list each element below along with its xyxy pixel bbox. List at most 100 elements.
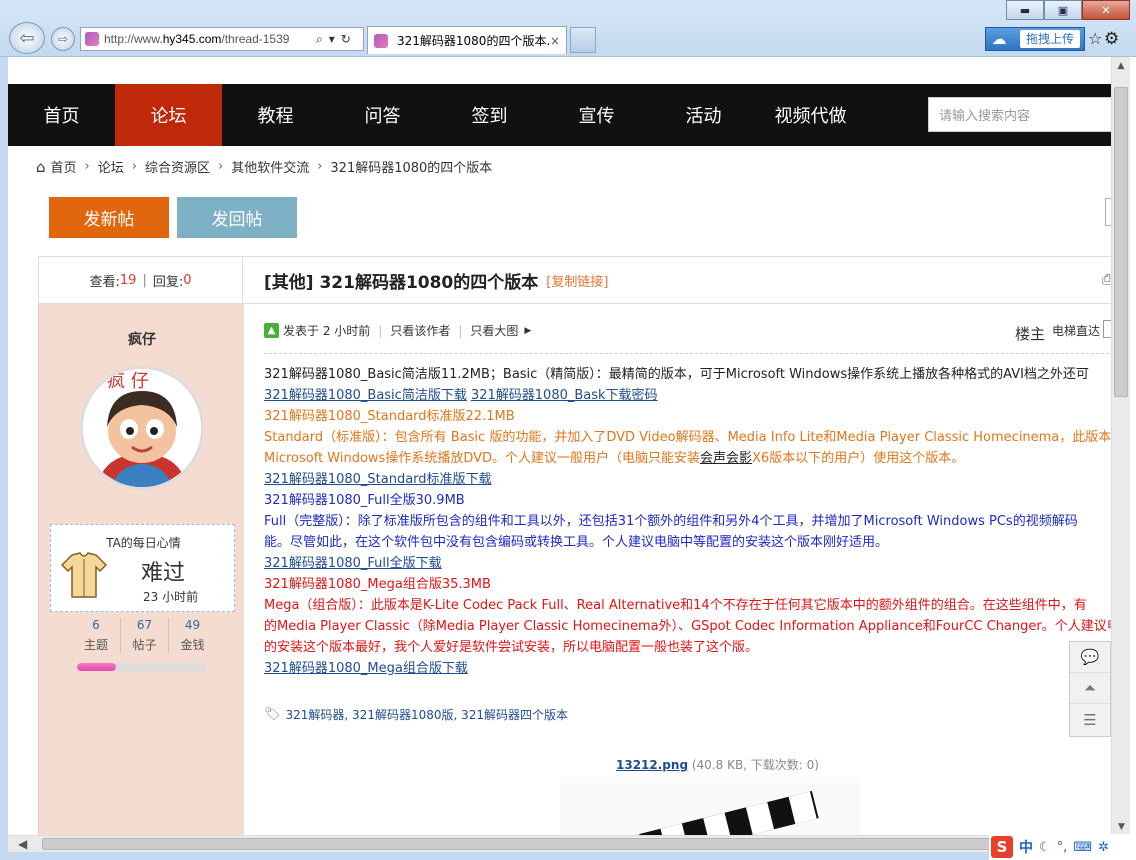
- reply-button[interactable]: 发回帖: [177, 197, 297, 238]
- nav-item-home[interactable]: 首页: [8, 84, 115, 146]
- browser-tab[interactable]: 321解码器1080的四个版本... ×: [367, 26, 567, 54]
- stat-threads-label: 主题: [83, 638, 108, 652]
- mood-text: 难过: [141, 561, 186, 586]
- ime-language[interactable]: 中: [1019, 837, 1033, 857]
- download-link-basic[interactable]: 321解码器1080_Basic简洁版下载: [264, 388, 467, 403]
- nav-item-qa[interactable]: 问答: [329, 84, 436, 146]
- stat-money-value: 49: [184, 618, 201, 632]
- site-search-input[interactable]: 请输入搜索内容: [928, 97, 1111, 132]
- post-line-link: 321解码器1080_Full全版下载: [264, 553, 1111, 574]
- back-button[interactable]: ⇦: [9, 22, 45, 54]
- breadcrumb-item-home[interactable]: 首页: [51, 157, 77, 176]
- stat-money-label: 金钱: [180, 638, 205, 652]
- scroll-left-icon[interactable]: ◀: [18, 836, 27, 852]
- floating-toolbar: 💬 ⏶ ☰: [1069, 641, 1111, 737]
- close-button[interactable]: ✕: [1082, 0, 1130, 20]
- settings-gear-icon[interactable]: ⚙: [1104, 29, 1119, 49]
- tab-close-icon[interactable]: ×: [550, 34, 560, 48]
- breadcrumb-item-forum[interactable]: 论坛: [98, 157, 124, 176]
- quick-reply-icon[interactable]: 💬: [1070, 642, 1110, 673]
- post-line: 321解码器1080_Basic简洁版11.2MB；Basic（精简版）：最精简…: [264, 367, 1089, 382]
- vertical-scrollbar[interactable]: ▲ ▼: [1111, 57, 1130, 835]
- author-sidebar: 疯仔 疯 仔 TA的每日心情 难过 23 小时前 6 主题 67 帖子 49 金…: [38, 304, 244, 835]
- post-line: 的Media Player Classic（除Media Player Clas…: [264, 619, 1111, 634]
- breadcrumb-item-resources[interactable]: 综合资源区: [145, 157, 210, 176]
- level-progress-bar: [77, 663, 207, 671]
- stat-posts-label: 帖子: [132, 638, 157, 652]
- nav-item-events[interactable]: 活动: [650, 84, 757, 146]
- thread-stats: 查看: 19 | 回复: 0: [38, 256, 243, 304]
- post-line: 321解码器1080_Full全版30.9MB: [264, 493, 465, 508]
- nav-item-forum[interactable]: 论坛: [115, 84, 222, 146]
- search-icon[interactable]: ⌕: [316, 32, 323, 47]
- avatar[interactable]: 疯 仔: [80, 366, 204, 490]
- top-gap: [8, 57, 1111, 84]
- dropdown-icon[interactable]: ▾: [329, 32, 335, 47]
- attachment-info: (40.8 KB, 下载次数: 0): [691, 758, 819, 772]
- attachment-link[interactable]: 13212.png: [616, 758, 688, 772]
- site-top-nav: 首页 论坛 教程 问答 签到 宣传 活动 视频代做 请输入搜索内容: [8, 84, 1111, 146]
- home-icon[interactable]: ⌂: [36, 158, 46, 176]
- favorites-star-icon[interactable]: ☆: [1088, 29, 1102, 48]
- post-tags: 🏷 321解码器, 321解码器1080版, 321解码器四个版本: [264, 706, 568, 723]
- address-bar[interactable]: http://www.hy345.com/thread-1539 ⌕ ▾ ↻: [80, 27, 364, 51]
- keyboard-icon[interactable]: ⌨: [1073, 840, 1092, 855]
- nav-item-tutorial[interactable]: 教程: [222, 84, 329, 146]
- copy-link-button[interactable]: [复制链接]: [546, 271, 608, 290]
- maximize-button[interactable]: ▣: [1044, 0, 1082, 20]
- list-icon[interactable]: ☰: [1070, 704, 1110, 735]
- meta-separator: |: [378, 323, 383, 338]
- stat-money[interactable]: 49 金钱: [168, 618, 216, 653]
- horizontal-scroll-thumb[interactable]: [42, 838, 1002, 850]
- download-link-standard[interactable]: 321解码器1080_Standard标准版下载: [264, 472, 492, 487]
- cloud-upload-button[interactable]: ☁ 拖拽上传: [985, 27, 1085, 51]
- minimize-button[interactable]: ▬: [1006, 0, 1044, 20]
- meta-divider: [264, 353, 1111, 354]
- window-bottom-edge: [0, 852, 990, 860]
- author-name[interactable]: 疯仔: [39, 329, 245, 349]
- refresh-icon[interactable]: ↻: [341, 32, 351, 47]
- elevator-input[interactable]: [1103, 320, 1111, 338]
- breadcrumb-separator-icon: ›: [217, 159, 224, 174]
- url-prefix: http://www.: [104, 32, 163, 46]
- breadcrumb-separator-icon: ›: [131, 159, 137, 174]
- ime-settings-icon[interactable]: ✲: [1098, 840, 1109, 855]
- only-author-link[interactable]: 只看该作者: [390, 322, 450, 339]
- sogou-logo-icon[interactable]: S: [991, 836, 1013, 858]
- post-line: Standard（标准版）：包含所有 Basic 版的功能，并加入了DVD Vi…: [264, 430, 1111, 445]
- horizontal-scrollbar[interactable]: ◀: [8, 835, 1111, 852]
- punctuation-icon[interactable]: °,: [1057, 840, 1068, 855]
- thread-title-row: [其他] 321解码器1080的四个版本 [复制链接] ⎙: [243, 256, 1111, 304]
- scroll-down-icon[interactable]: ▼: [1112, 818, 1131, 835]
- attachment-image[interactable]: [560, 777, 860, 835]
- online-status-icon: ▲: [264, 323, 279, 338]
- address-url[interactable]: http://www.hy345.com/thread-1539: [104, 32, 312, 46]
- stat-threads[interactable]: 6 主题: [72, 618, 120, 653]
- stat-threads-value: 6: [92, 618, 100, 632]
- new-thread-button[interactable]: 发新帖: [49, 197, 169, 238]
- user-stats: 6 主题 67 帖子 49 金钱: [72, 618, 216, 653]
- nav-item-promotion[interactable]: 宣传: [543, 84, 650, 146]
- avatar-image: 疯 仔: [83, 369, 201, 487]
- new-tab-button[interactable]: [570, 27, 596, 53]
- tag-list[interactable]: 321解码器, 321解码器1080版, 321解码器四个版本: [286, 706, 569, 723]
- download-link-mega[interactable]: 321解码器1080_Mega组合版下载: [264, 661, 468, 676]
- moon-icon[interactable]: ☾: [1039, 840, 1051, 855]
- big-image-link[interactable]: 只看大图: [470, 322, 518, 339]
- breadcrumb-item-thread[interactable]: 321解码器1080的四个版本: [330, 157, 492, 176]
- forward-button[interactable]: ⇨: [51, 27, 75, 51]
- vertical-scroll-thumb[interactable]: [1114, 87, 1128, 397]
- download-link-full[interactable]: 321解码器1080_Full全版下载: [264, 556, 442, 571]
- daily-mood-box: TA的每日心情 难过 23 小时前: [50, 524, 235, 612]
- nav-item-video[interactable]: 视频代做: [757, 84, 864, 146]
- back-to-top-icon[interactable]: ⏶: [1070, 673, 1110, 704]
- stat-posts[interactable]: 67 帖子: [120, 618, 168, 653]
- post-line-links: 321解码器1080_Basic简洁版下载 321解码器1080_Bask下载密…: [264, 385, 1111, 406]
- views-count: 19: [119, 272, 137, 288]
- download-password-link-basic[interactable]: 321解码器1080_Bask下载密码: [471, 388, 658, 403]
- scroll-up-icon[interactable]: ▲: [1112, 57, 1130, 74]
- post-inline-link[interactable]: 会声会影: [700, 451, 752, 466]
- nav-item-checkin[interactable]: 签到: [436, 84, 543, 146]
- print-icon[interactable]: ⎙: [1102, 272, 1111, 288]
- breadcrumb-item-software[interactable]: 其他软件交流: [231, 157, 309, 176]
